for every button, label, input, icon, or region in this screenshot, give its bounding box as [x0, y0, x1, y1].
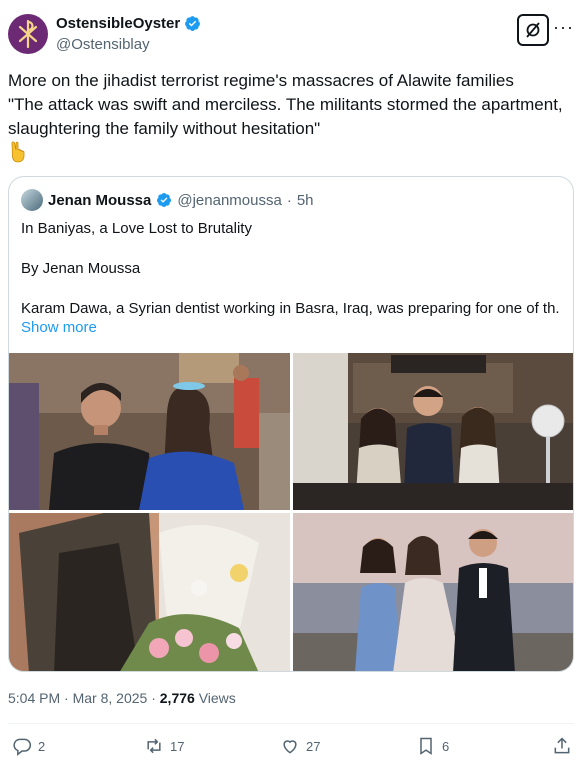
- share-button[interactable]: [552, 736, 572, 756]
- post-timestamp[interactable]: 5:04 PM · Mar 8, 2025 · 2,776 Views: [8, 690, 236, 706]
- post-time: 5:04 PM: [8, 690, 61, 706]
- bookmark-icon: [420, 737, 432, 755]
- pointing-down-icon: [8, 140, 30, 164]
- post-date: Mar 8, 2025: [72, 690, 148, 706]
- post-text: More on the jihadist terrorist regime's …: [8, 71, 563, 138]
- photo-bouquet[interactable]: [9, 513, 290, 671]
- quoted-post-age[interactable]: 5h: [297, 192, 314, 209]
- photo-wedding[interactable]: [293, 513, 573, 671]
- heart-icon: [283, 740, 297, 754]
- post-header: OstensibleOyster @Ostensiblay ···: [8, 10, 574, 60]
- repost-count: 17: [170, 738, 185, 754]
- action-bar: 2 17 27 6: [12, 736, 572, 760]
- author-handle[interactable]: @Ostensiblay: [56, 36, 150, 53]
- quoted-line-1: In Baniyas, a Love Lost to Brutality: [21, 220, 252, 237]
- quoted-line-3: Karam Dawa, a Syrian dentist working in …: [21, 300, 561, 317]
- timestamp-separator: ·: [151, 690, 156, 706]
- photo-couple-street[interactable]: [9, 353, 290, 510]
- grok-icon: [526, 22, 540, 38]
- grok-button[interactable]: [517, 14, 549, 46]
- quoted-line-2: By Jenan Moussa: [21, 260, 141, 277]
- quoted-separator: ·: [286, 191, 292, 209]
- repost-icon: [147, 738, 161, 754]
- reply-button[interactable]: 2: [12, 736, 45, 756]
- verified-badge-icon: [185, 16, 201, 31]
- divider: [8, 723, 574, 724]
- quoted-author-avatar[interactable]: [21, 189, 43, 211]
- views-count: 2,776: [159, 690, 195, 706]
- views-label: Views: [198, 690, 236, 706]
- quoted-author-name[interactable]: Jenan Moussa: [48, 192, 151, 209]
- like-button[interactable]: 27: [280, 736, 320, 756]
- share-icon: [554, 737, 570, 754]
- repost-button[interactable]: 17: [144, 736, 184, 756]
- reply-icon: [13, 738, 32, 756]
- quoted-post-card[interactable]: Jenan Moussa @jenanmoussa · 5h In Baniya…: [8, 176, 574, 672]
- more-options-icon[interactable]: ···: [553, 18, 574, 36]
- reply-count: 2: [38, 738, 46, 754]
- bookmark-count: 6: [442, 738, 450, 754]
- chi-rho-icon: [18, 19, 38, 49]
- author-display-name[interactable]: OstensibleOyster: [56, 15, 180, 32]
- bookmark-button[interactable]: 6: [416, 736, 449, 756]
- timestamp-separator: ·: [64, 690, 69, 706]
- like-count: 27: [306, 738, 321, 754]
- verified-badge-icon: [157, 193, 172, 207]
- photo-three-people[interactable]: [293, 353, 573, 510]
- show-more-link[interactable]: Show more: [21, 319, 97, 336]
- author-avatar[interactable]: [8, 14, 48, 54]
- media-grid: [9, 353, 573, 671]
- quoted-author-handle[interactable]: @jenanmoussa: [177, 192, 281, 209]
